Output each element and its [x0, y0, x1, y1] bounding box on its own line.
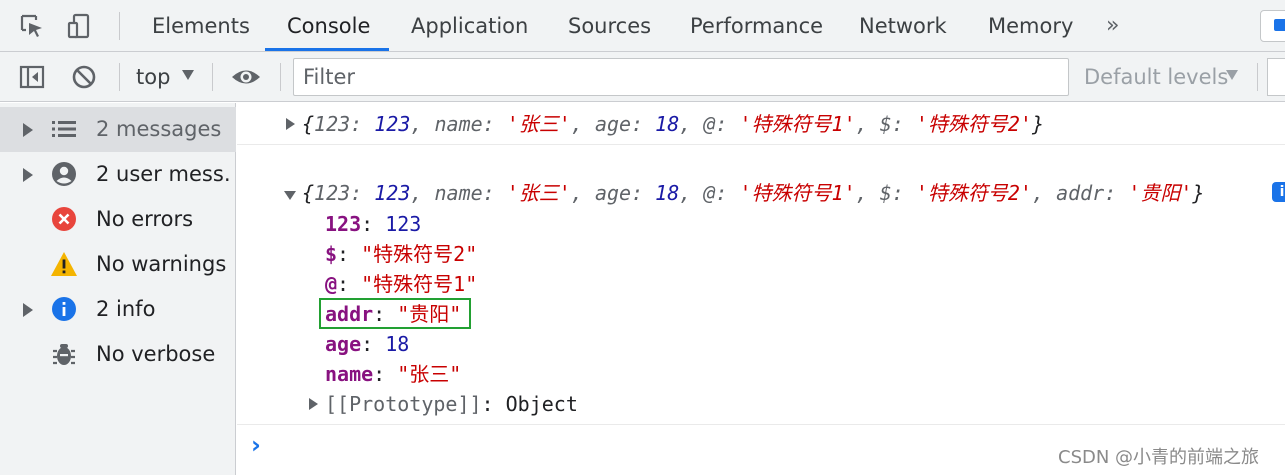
expand-arrow-icon[interactable]: [286, 118, 295, 130]
chevron-down-icon[interactable]: [182, 70, 194, 80]
filter-input[interactable]: Filter: [293, 58, 1069, 96]
prompt-chevron-icon: ›: [251, 431, 261, 459]
expand-arrow-icon[interactable]: [309, 398, 318, 410]
list-icon: [50, 115, 78, 143]
clear-console-icon[interactable]: [68, 61, 100, 93]
tab-network[interactable]: Network: [857, 0, 949, 51]
console-sidebar: 2 messages 2 user mess… No errors No war…: [0, 103, 236, 475]
tab-console[interactable]: Console: [285, 0, 372, 51]
toolbar-divider: [280, 63, 281, 91]
issues-button[interactable]: [1260, 10, 1285, 42]
property-row: name: "张三": [325, 362, 462, 386]
object-preview[interactable]: {123: 123, name: '张三', age: 18, @: '特殊符号…: [302, 109, 1044, 139]
live-expression-eye-icon[interactable]: [230, 61, 262, 93]
property-row: $: "特殊符号2": [325, 242, 478, 266]
tab-sources[interactable]: Sources: [566, 0, 653, 51]
context-selector[interactable]: top: [136, 52, 170, 102]
inspect-element-icon[interactable]: [16, 10, 48, 42]
console-output: {123: 123, name: '张三', age: 18, @: '特殊符号…: [237, 103, 1285, 475]
property-row-highlighted: addr: "贵阳": [325, 302, 462, 326]
more-tabs-icon[interactable]: »: [1106, 8, 1132, 44]
info-icon: [50, 295, 78, 323]
sidebar-item-label: 2 messages: [96, 117, 222, 141]
object-preview[interactable]: {123: 123, name: '张三', age: 18, @: '特殊符号…: [302, 178, 1204, 208]
watermark: CSDN @小青的前端之旅: [1058, 447, 1260, 468]
sidebar-item-user-messages[interactable]: 2 user mess…: [0, 152, 236, 197]
expand-arrow-icon[interactable]: [23, 123, 33, 137]
collapse-arrow-icon[interactable]: [284, 191, 296, 200]
error-icon: [50, 205, 78, 233]
property-row: age: 18: [325, 332, 410, 356]
expand-arrow-icon[interactable]: [23, 168, 33, 182]
devtools-tabbar: Elements Console Application Sources Per…: [0, 0, 1285, 52]
toolbar-divider: [119, 12, 120, 40]
active-tab-indicator: [265, 48, 389, 51]
sidebar-toggle-icon[interactable]: [16, 61, 48, 93]
property-row: @: "特殊符号1": [325, 272, 478, 296]
info-badge-icon[interactable]: i: [1272, 182, 1285, 202]
tab-memory[interactable]: Memory: [986, 0, 1075, 51]
tab-application[interactable]: Application: [409, 0, 530, 51]
sidebar-item-label: No errors: [96, 207, 194, 231]
toolbar-divider: [1257, 63, 1258, 91]
sidebar-item-label: 2 user mess…: [96, 162, 232, 186]
sidebar-item-verbose[interactable]: No verbose: [0, 332, 236, 377]
tab-elements[interactable]: Elements: [150, 0, 252, 51]
toolbar-divider: [212, 63, 213, 91]
bug-icon: [50, 340, 78, 368]
chevron-down-icon[interactable]: [1226, 70, 1238, 80]
sidebar-item-label: No verbose: [96, 342, 216, 366]
expand-arrow-icon[interactable]: [23, 303, 33, 317]
sidebar-item-label: 2 info: [96, 297, 156, 321]
issues-icon: [1274, 19, 1285, 31]
property-row: 123: 123: [325, 212, 422, 236]
sidebar-item-info[interactable]: 2 info: [0, 287, 236, 332]
tab-performance[interactable]: Performance: [688, 0, 825, 51]
console-toolbar: top Filter Default levels: [0, 52, 1285, 102]
console-message: {123: 123, name: '张三', age: 18, @: '特殊符号…: [237, 103, 1285, 145]
user-icon: [50, 160, 78, 188]
device-toolbar-icon[interactable]: [64, 10, 96, 42]
log-levels-dropdown[interactable]: Default levels: [1084, 52, 1228, 102]
console-settings-button[interactable]: [1267, 58, 1285, 96]
sidebar-item-messages[interactable]: 2 messages: [0, 107, 236, 152]
sidebar-item-label: No warnings: [96, 252, 227, 276]
sidebar-item-errors[interactable]: No errors: [0, 197, 236, 242]
toolbar-divider: [119, 63, 120, 91]
warning-icon: [50, 250, 78, 278]
prototype-row[interactable]: [[Prototype]]: Object: [325, 389, 578, 419]
sidebar-item-warnings[interactable]: No warnings: [0, 242, 236, 287]
